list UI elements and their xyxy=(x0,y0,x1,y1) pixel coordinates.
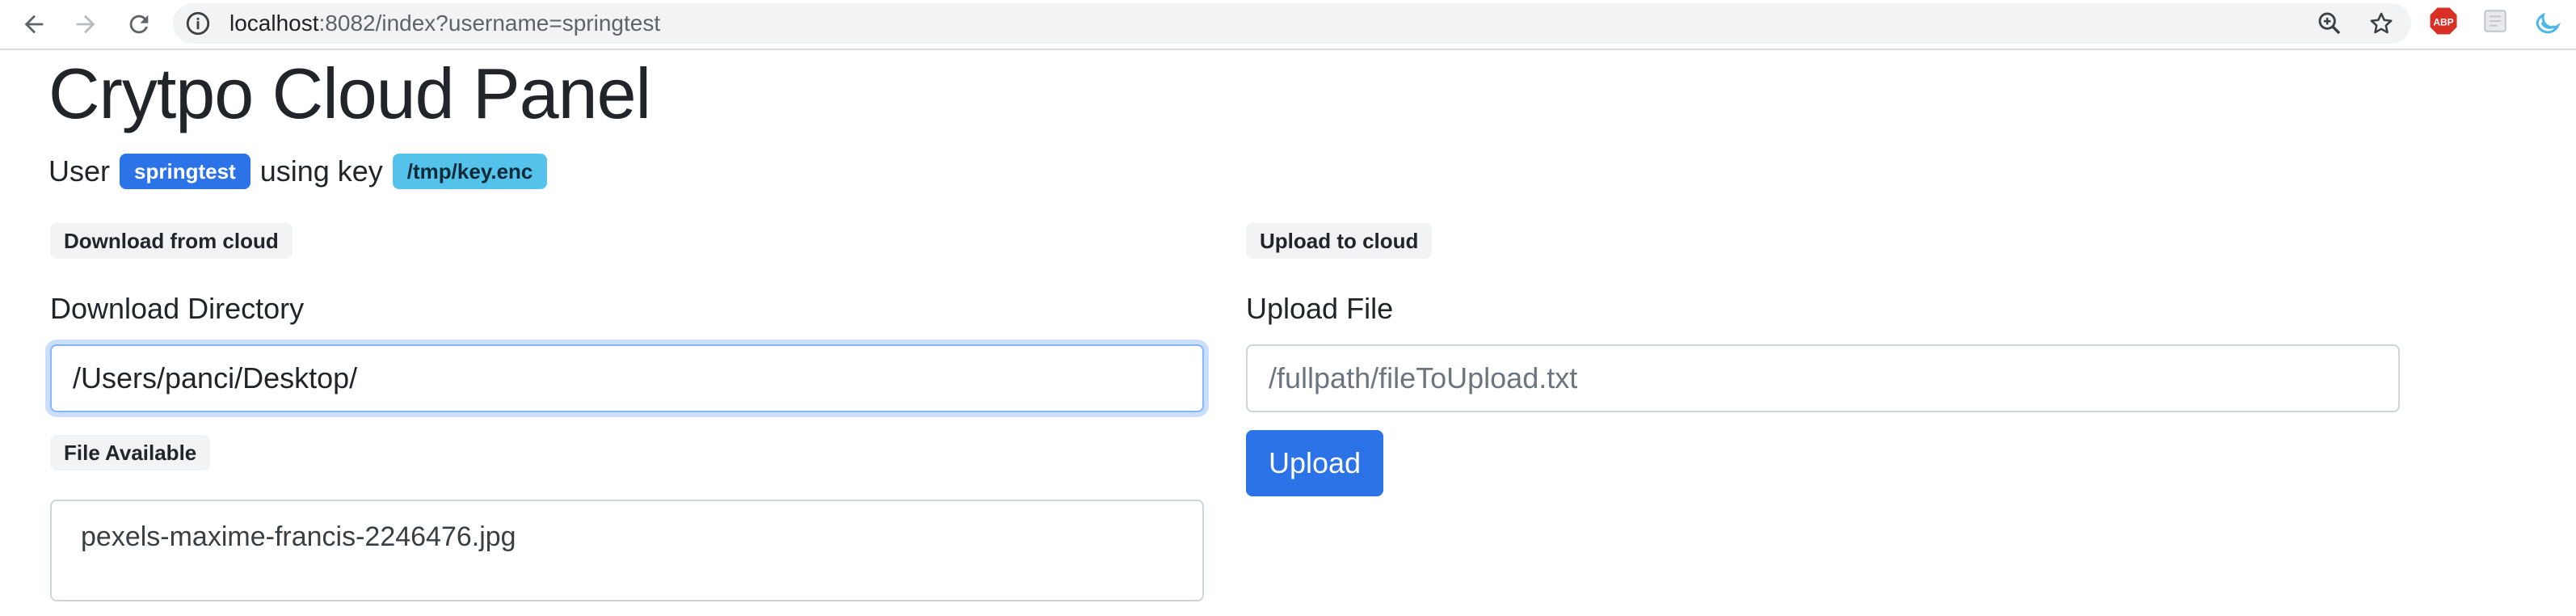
url-host: localhost xyxy=(229,11,319,36)
reload-icon[interactable] xyxy=(120,5,158,44)
adblock-label: ABP xyxy=(2433,16,2453,27)
page-title: Crytpo Cloud Panel xyxy=(48,53,651,133)
key-prefix: using key xyxy=(259,154,383,188)
file-list-item[interactable]: pexels-maxime-francis-2246476.jpg xyxy=(81,519,516,555)
address-bar[interactable]: localhost:8082/index?username=springtest xyxy=(173,3,2411,44)
user-prefix: User xyxy=(48,154,111,188)
upload-file-input[interactable] xyxy=(1246,344,2400,412)
user-info: User springtest using key /tmp/key.enc xyxy=(48,152,557,191)
username-badge: springtest xyxy=(120,154,250,189)
url-text[interactable]: localhost:8082/index?username=springtest xyxy=(229,3,660,44)
upload-button[interactable]: Upload xyxy=(1246,430,1384,496)
zoom-icon[interactable] xyxy=(2316,10,2343,37)
upload-file-label: Upload File xyxy=(1246,292,1394,325)
url-path: :8082/index?username=springtest xyxy=(318,11,661,36)
browser-toolbar: localhost:8082/index?username=springtest… xyxy=(0,0,2576,50)
forward-arrow-icon[interactable] xyxy=(66,5,105,44)
upload-section-label: Upload to cloud xyxy=(1246,223,1433,259)
back-arrow-icon[interactable] xyxy=(15,5,53,44)
key-path-badge: /tmp/key.enc xyxy=(392,154,548,189)
download-directory-label: Download Directory xyxy=(50,292,305,325)
file-list[interactable]: pexels-maxime-francis-2246476.jpg xyxy=(50,500,1204,601)
download-section-label: Download from cloud xyxy=(50,223,293,259)
adblock-extension-icon[interactable]: ABP xyxy=(2429,6,2458,36)
extension-icon[interactable] xyxy=(2481,6,2510,36)
download-directory-input[interactable] xyxy=(50,344,1204,412)
bookmark-star-icon[interactable] xyxy=(2368,10,2395,37)
file-available-label: File Available xyxy=(50,435,211,470)
site-info-icon[interactable] xyxy=(184,10,212,37)
extension-moon-icon[interactable] xyxy=(2532,6,2561,36)
